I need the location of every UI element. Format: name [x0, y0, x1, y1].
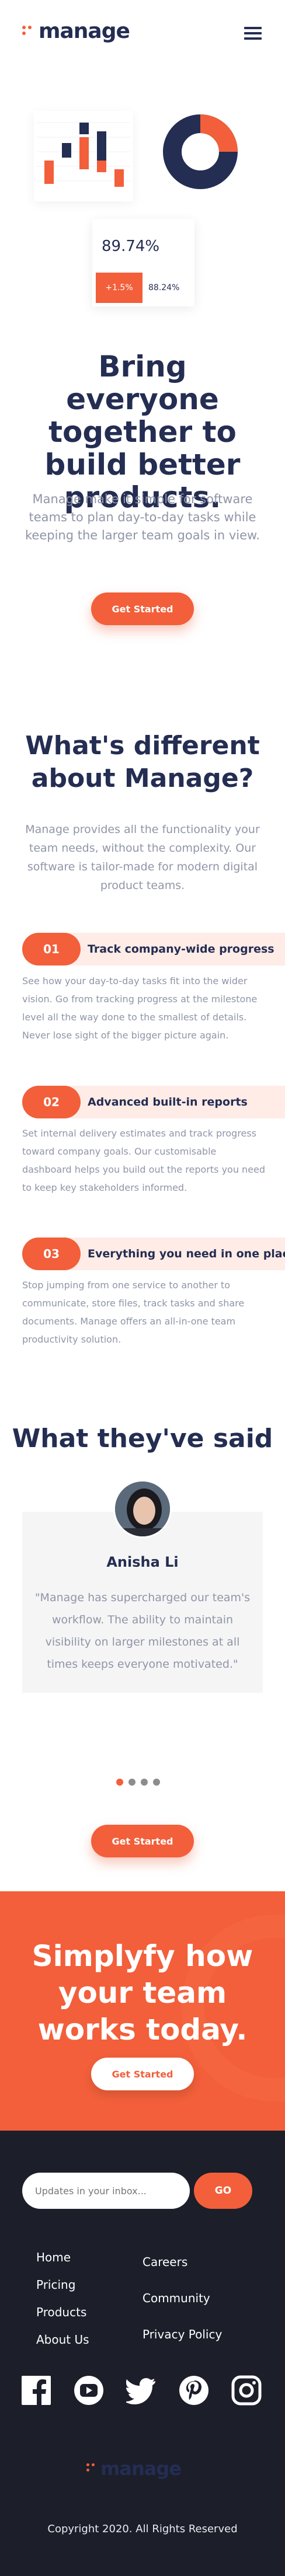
logo-text: manage [39, 19, 130, 43]
feature-3-number: 03 [22, 1238, 81, 1270]
youtube-icon[interactable] [74, 2375, 104, 2406]
logo-mark-icon [22, 26, 34, 37]
testimonials-title: What they've said [12, 1424, 273, 1453]
donut-chart-graphic [163, 114, 238, 189]
feature-3-header: 03 Everything you need in one place [22, 1238, 285, 1270]
twitter-icon[interactable] [126, 2375, 157, 2406]
feature-2-header: 02 Advanced built-in reports [22, 1086, 285, 1118]
bar-chart-graphic [37, 122, 130, 187]
hamburger-icon[interactable] [244, 27, 262, 40]
feature-1-header: 01 Track company-wide progress [22, 933, 285, 965]
feature-1-number: 01 [22, 933, 81, 965]
different-subtitle: Manage provides all the functionality yo… [25, 823, 260, 892]
hero-illustration: 89.74% +1.5% 88.24% [0, 64, 285, 315]
site-footer: GO Home Pricing Products About Us Career… [0, 2131, 285, 2576]
footer-link-privacy-policy[interactable]: Privacy Policy [142, 2327, 222, 2341]
footer-logo[interactable]: manage [86, 2458, 182, 2480]
cta-title: Simplyfy how your team works today. [32, 1939, 253, 2047]
logo[interactable]: manage [22, 21, 130, 42]
stat-value: 89.74% [102, 238, 160, 255]
carousel-dots [116, 1779, 160, 1786]
pinterest-icon[interactable] [179, 2375, 209, 2406]
testimonial-name: Anisha Li [106, 1554, 179, 1570]
cta-section: Simplyfy how your team works today. Get … [0, 1891, 285, 2131]
carousel-dot-1[interactable] [116, 1779, 123, 1786]
testimonials-get-started-button[interactable]: Get Started [91, 1825, 194, 1857]
feature-3-description: Stop jumping from one service to another… [22, 1280, 245, 1345]
carousel-dot-4[interactable] [153, 1779, 160, 1786]
copyright-text: Copyright 2020. All Rights Reserved [47, 2523, 238, 2535]
feature-1-title: Track company-wide progress [88, 943, 274, 956]
stat-secondary: 88.24% [148, 283, 180, 292]
feature-2-description: Set internal delivery estimates and trac… [22, 1128, 266, 1193]
feature-2-number: 02 [22, 1086, 81, 1118]
feature-2-title: Advanced built-in reports [88, 1096, 248, 1109]
carousel-dot-3[interactable] [141, 1779, 148, 1786]
footer-link-products[interactable]: Products [36, 2305, 86, 2319]
footer-link-community[interactable]: Community [142, 2291, 210, 2305]
footer-logo-text: manage [100, 2458, 182, 2480]
avatar [113, 1480, 172, 1538]
footer-link-pricing[interactable]: Pricing [36, 2278, 75, 2292]
stat-card: 89.74% +1.5% 88.24% [92, 219, 194, 306]
footer-link-careers[interactable]: Careers [142, 2255, 187, 2269]
different-title: What's different about Manage? [25, 731, 260, 793]
instagram-icon[interactable] [231, 2375, 262, 2406]
site-header: manage [0, 0, 285, 64]
hero-get-started-button[interactable]: Get Started [91, 592, 194, 625]
testimonial-quote: "Manage has supercharged our team's work… [34, 1591, 251, 1671]
footer-link-home[interactable]: Home [36, 2250, 71, 2264]
hero-title: Bring everyone together to build better … [44, 350, 241, 514]
facebook-icon[interactable] [21, 2375, 51, 2406]
feature-3-title: Everything you need in one place [88, 1247, 285, 1260]
footer-link-about-us[interactable]: About Us [36, 2333, 89, 2347]
hero-subtitle: Manage make it simple for software teams… [25, 492, 260, 542]
newsletter-input[interactable] [22, 2173, 190, 2209]
feature-1-description: See how your day-to-day tasks fit into t… [22, 975, 258, 1041]
carousel-dot-2[interactable] [128, 1779, 135, 1786]
footer-logo-mark-icon [86, 2463, 97, 2474]
bar-chart-card [34, 111, 133, 201]
newsletter-go-button[interactable]: GO [194, 2173, 252, 2209]
stat-change-badge: +1.5% [96, 273, 142, 303]
donut-chart-card [151, 105, 250, 198]
cta-get-started-button[interactable]: Get Started [91, 2058, 194, 2090]
